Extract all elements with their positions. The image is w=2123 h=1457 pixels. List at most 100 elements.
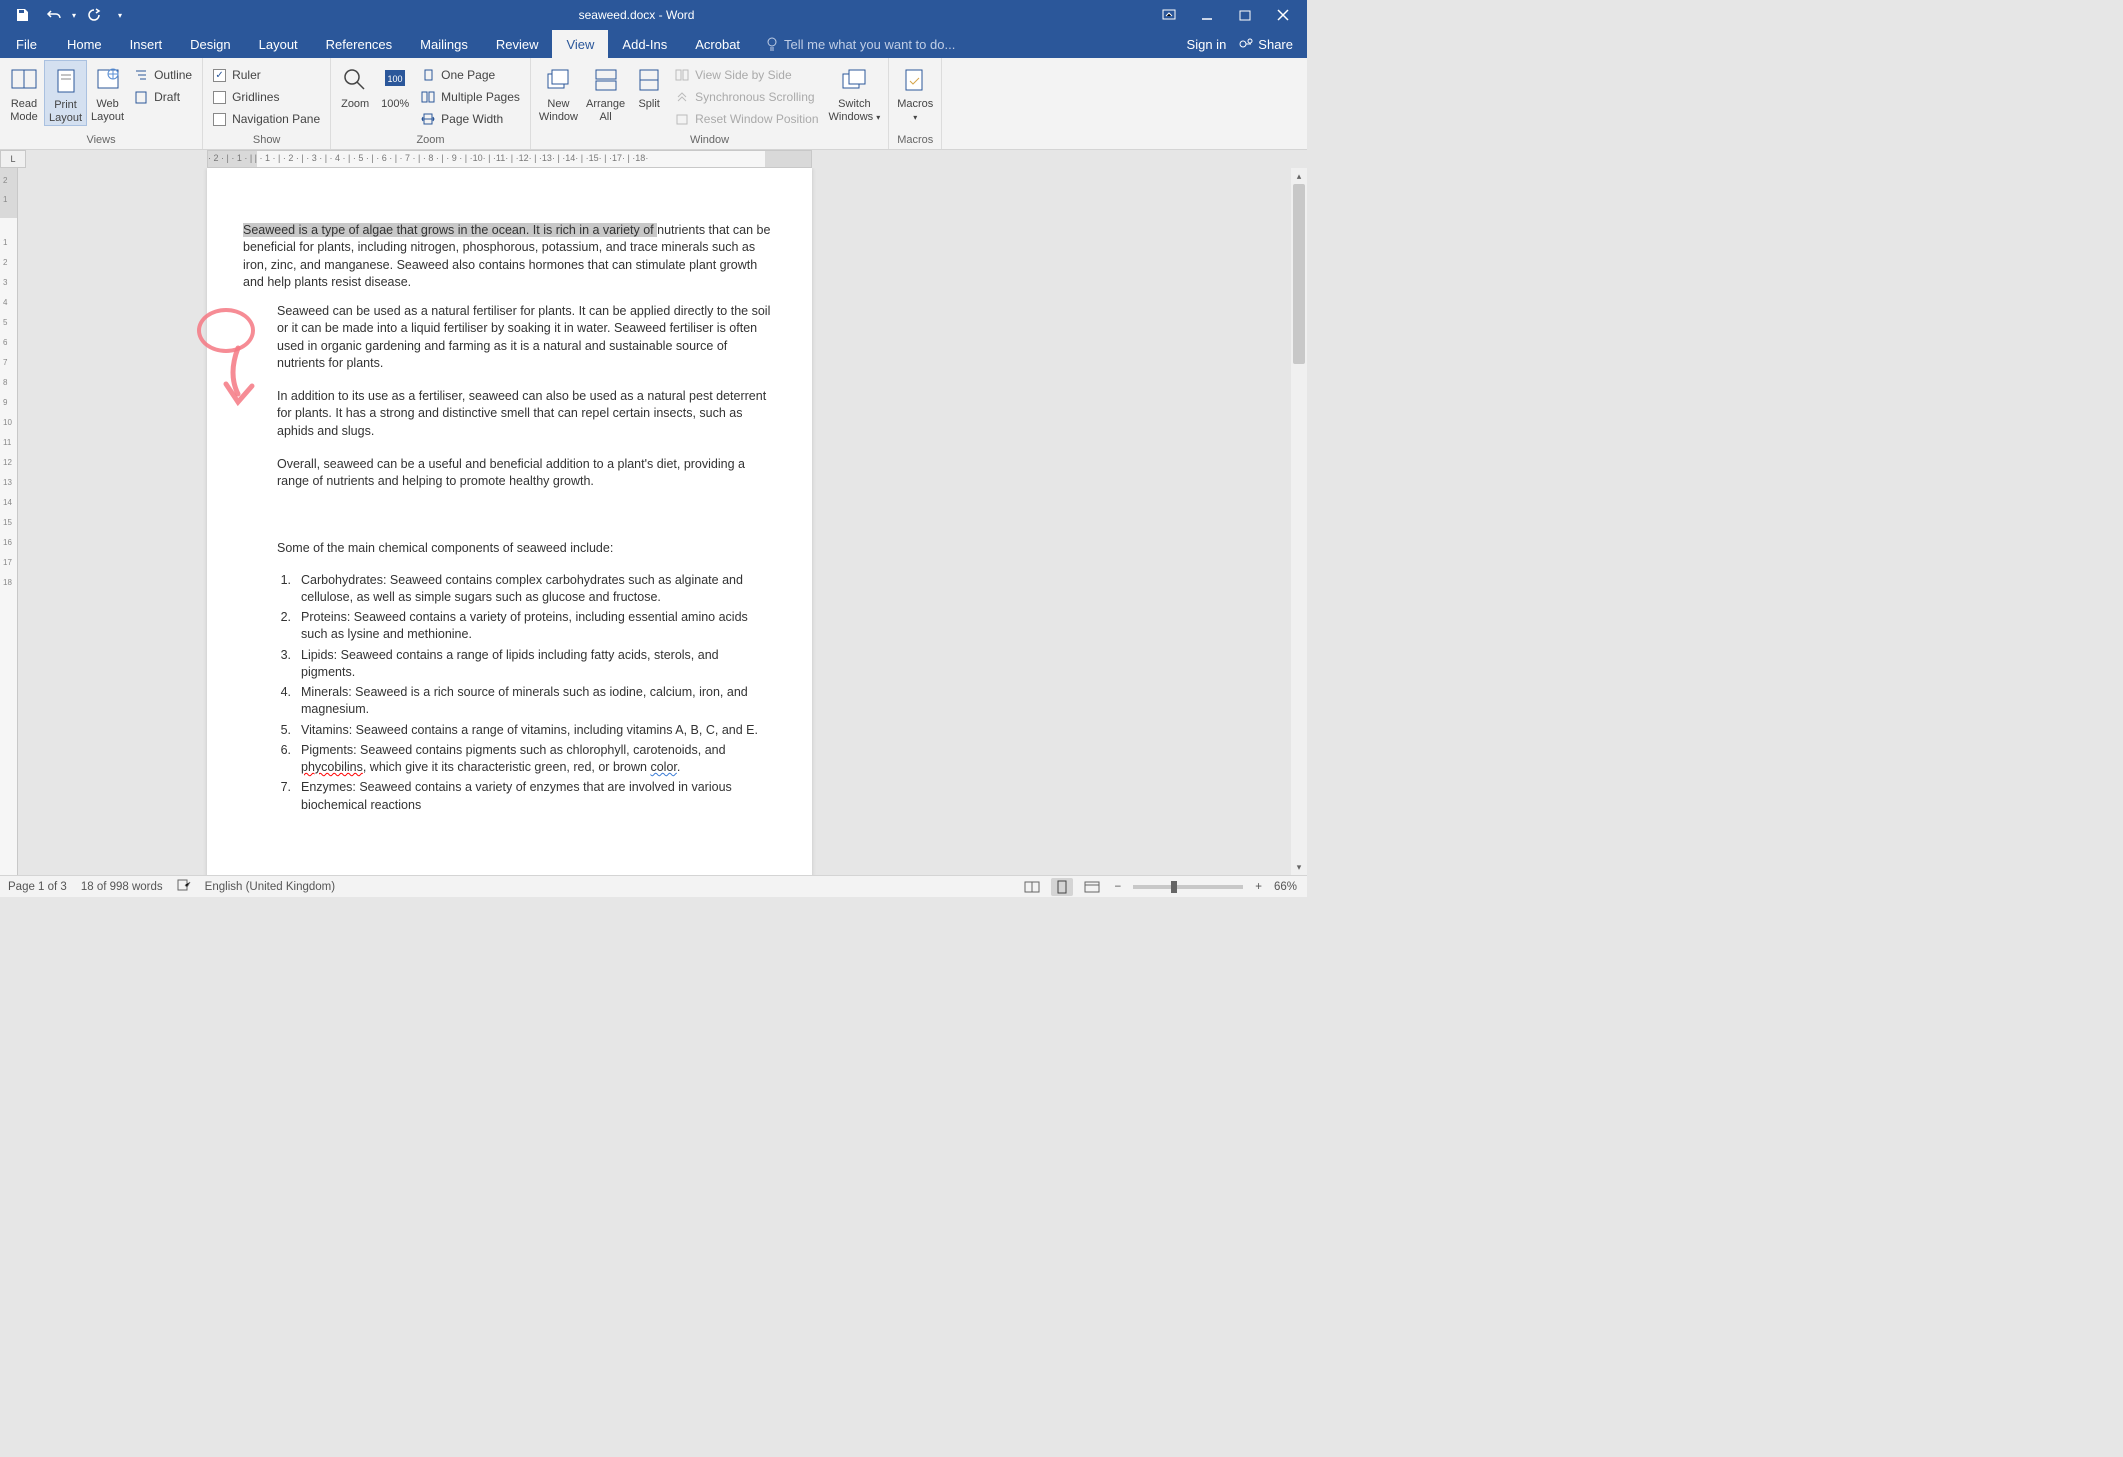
document-page[interactable]: Seaweed is a type of algae that grows in… — [207, 168, 812, 875]
chevron-down-icon: ▾ — [913, 113, 917, 122]
horizontal-ruler-row: L · 2 · | · 1 · | | · 1 · | · 2 · | · 3 … — [0, 150, 1307, 168]
reset-window-position-button[interactable]: Reset Window Position — [669, 108, 824, 130]
ribbon-group-views: Read Mode Print Layout Web Layout Outlin… — [0, 58, 203, 149]
scroll-thumb[interactable] — [1293, 184, 1305, 364]
web-layout-button[interactable]: Web Layout — [87, 60, 128, 124]
reset-position-icon — [675, 112, 689, 126]
sync-scroll-icon — [675, 90, 689, 104]
tab-references[interactable]: References — [312, 30, 406, 58]
qat-customize[interactable]: ▾ — [112, 11, 122, 20]
word-count[interactable]: 18 of 998 words — [81, 881, 163, 893]
arrange-all-button[interactable]: Arrange All — [582, 60, 629, 124]
tell-me-search[interactable]: Tell me what you want to do... — [754, 30, 1187, 58]
share-button[interactable]: Share — [1238, 37, 1293, 52]
page-width-icon — [421, 112, 435, 126]
read-view-icon — [1024, 881, 1040, 893]
zoom-level[interactable]: 66% — [1274, 881, 1297, 893]
ribbon-tabs: File Home Insert Design Layout Reference… — [0, 30, 1307, 58]
tab-acrobat[interactable]: Acrobat — [681, 30, 754, 58]
zoom-out-button[interactable]: − — [1111, 881, 1126, 893]
undo-dropdown[interactable]: ▾ — [72, 11, 76, 20]
zoom-in-button[interactable]: + — [1251, 881, 1266, 893]
tab-view[interactable]: View — [552, 30, 608, 58]
restore-icon — [1239, 9, 1251, 21]
account-area: Sign in Share — [1187, 30, 1307, 58]
undo-button[interactable] — [40, 3, 68, 27]
read-mode-button[interactable]: Read Mode — [4, 60, 44, 124]
checkbox-icon — [213, 113, 226, 126]
split-button[interactable]: Split — [629, 60, 669, 111]
undo-icon — [46, 8, 62, 22]
redo-button[interactable] — [80, 3, 108, 27]
zoom-button[interactable]: Zoom — [335, 60, 375, 111]
document-area: 21 12 34 56 78 910 1112 1314 1516 1718 S… — [0, 168, 1307, 875]
vertical-ruler[interactable]: 21 12 34 56 78 910 1112 1314 1516 1718 — [0, 168, 18, 875]
tab-review[interactable]: Review — [482, 30, 553, 58]
ruler-checkbox[interactable]: ✓Ruler — [207, 64, 326, 86]
minimize-button[interactable] — [1189, 3, 1225, 27]
view-side-by-side-button[interactable]: View Side by Side — [669, 64, 824, 86]
draft-icon — [134, 90, 148, 104]
paragraph[interactable]: In addition to its use as a fertiliser, … — [277, 388, 776, 440]
paragraph[interactable]: Some of the main chemical components of … — [277, 540, 776, 557]
outline-button[interactable]: Outline — [128, 64, 198, 86]
web-layout-view-button[interactable] — [1081, 878, 1103, 896]
quick-access-toolbar: ▾ ▾ — [0, 3, 122, 27]
tab-insert[interactable]: Insert — [116, 30, 177, 58]
save-button[interactable] — [8, 3, 36, 27]
hundred-percent-icon: 100 — [381, 68, 409, 92]
scroll-up-button[interactable]: ▴ — [1291, 168, 1307, 184]
switch-windows-icon — [841, 68, 867, 92]
tab-selector[interactable]: L — [0, 150, 26, 168]
scroll-down-button[interactable]: ▾ — [1291, 859, 1307, 875]
close-button[interactable] — [1265, 3, 1301, 27]
list-item: 5.Vitamins: Seaweed contains a range of … — [277, 722, 776, 739]
tab-design[interactable]: Design — [176, 30, 244, 58]
new-window-button[interactable]: New Window — [535, 60, 582, 124]
one-page-button[interactable]: One Page — [415, 64, 526, 86]
navigation-pane-checkbox[interactable]: Navigation Pane — [207, 108, 326, 130]
title-bar: ▾ ▾ seaweed.docx - Word — [0, 0, 1307, 30]
tab-layout[interactable]: Layout — [245, 30, 312, 58]
chevron-down-icon: ▾ — [876, 113, 880, 122]
multiple-pages-button[interactable]: Multiple Pages — [415, 86, 526, 108]
numbered-list[interactable]: 1.Carbohydrates: Seaweed contains comple… — [277, 572, 776, 814]
list-item: 6.Pigments: Seaweed contains pigments su… — [277, 742, 776, 777]
ribbon: Read Mode Print Layout Web Layout Outlin… — [0, 58, 1307, 150]
read-mode-view-button[interactable] — [1021, 878, 1043, 896]
tab-mailings[interactable]: Mailings — [406, 30, 482, 58]
page-indicator[interactable]: Page 1 of 3 — [8, 881, 67, 893]
new-window-icon — [545, 68, 571, 92]
scroll-track[interactable] — [1291, 184, 1307, 859]
svg-text:100: 100 — [388, 74, 403, 84]
paragraph[interactable]: Overall, seaweed can be a useful and ben… — [277, 456, 776, 491]
share-label: Share — [1258, 37, 1293, 52]
macros-icon — [902, 67, 928, 93]
zoom-100-button[interactable]: 100 100% — [375, 60, 415, 111]
tab-home[interactable]: Home — [53, 30, 116, 58]
paragraph[interactable]: Seaweed is a type of algae that grows in… — [243, 222, 776, 291]
tab-addins[interactable]: Add-Ins — [608, 30, 681, 58]
macros-button[interactable]: Macros▾ — [893, 60, 937, 124]
draft-button[interactable]: Draft — [128, 86, 198, 108]
horizontal-ruler[interactable]: · 2 · | · 1 · | | · 1 · | · 2 · | · 3 · … — [207, 150, 812, 168]
tab-file[interactable]: File — [0, 30, 53, 58]
print-layout-view-button[interactable] — [1051, 878, 1073, 896]
gridlines-checkbox[interactable]: Gridlines — [207, 86, 326, 108]
vertical-scrollbar[interactable]: ▴ ▾ — [1291, 168, 1307, 875]
spellcheck-icon — [177, 879, 191, 891]
switch-windows-button[interactable]: Switch Windows ▾ — [825, 60, 885, 124]
zoom-slider[interactable] — [1133, 885, 1243, 889]
page-width-button[interactable]: Page Width — [415, 108, 526, 130]
zoom-slider-handle[interactable] — [1171, 881, 1177, 893]
views-group-label: Views — [4, 132, 198, 149]
ribbon-display-options[interactable] — [1151, 3, 1187, 27]
language-indicator[interactable]: English (United Kingdom) — [205, 881, 335, 893]
paragraph[interactable]: Seaweed can be used as a natural fertili… — [277, 303, 776, 372]
restore-button[interactable] — [1227, 3, 1263, 27]
macros-group-label: Macros — [893, 132, 937, 149]
spell-check-button[interactable] — [177, 879, 191, 894]
synchronous-scrolling-button[interactable]: Synchronous Scrolling — [669, 86, 824, 108]
sign-in-link[interactable]: Sign in — [1187, 37, 1227, 52]
print-layout-button[interactable]: Print Layout — [44, 60, 87, 126]
